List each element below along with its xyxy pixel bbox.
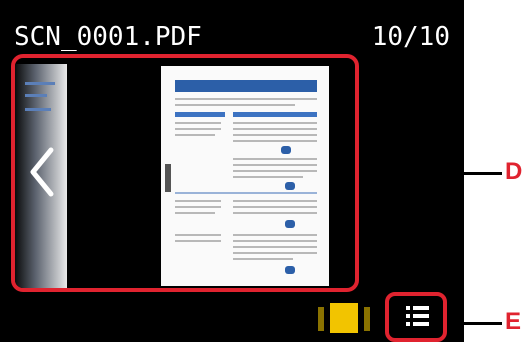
file-name: SCN_0001.PDF <box>14 22 202 52</box>
current-page-thumbnail[interactable] <box>161 66 329 286</box>
callout-e-label: E <box>505 308 522 335</box>
printer-screen: SCN_0001.PDF 10/10 <box>0 0 464 342</box>
single-page-view-icon[interactable] <box>316 301 372 335</box>
callout-d-line <box>359 172 502 175</box>
callout-e-line <box>447 322 502 325</box>
list-view-icon <box>406 306 429 326</box>
document-preview-area[interactable] <box>11 54 359 292</box>
list-view-button[interactable] <box>385 292 447 342</box>
chevron-left-icon[interactable] <box>27 146 57 198</box>
page-count: 10/10 <box>371 22 450 52</box>
callout-d-label: D <box>505 158 522 185</box>
